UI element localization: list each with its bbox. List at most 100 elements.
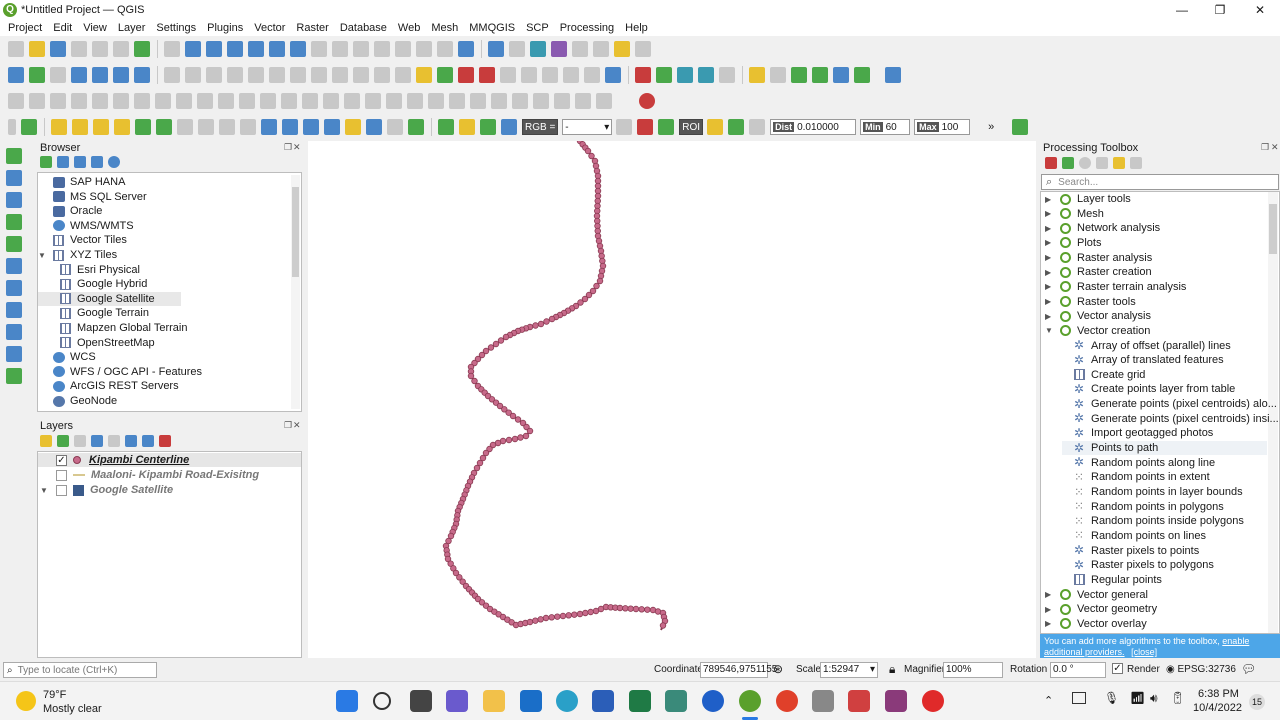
- expand-chevron-icon[interactable]: ▼: [40, 486, 56, 495]
- polygon-icon[interactable]: [635, 67, 651, 83]
- chevron-right-icon[interactable]: ▶: [1045, 605, 1060, 614]
- chevron-right-icon[interactable]: ▶: [1045, 590, 1060, 599]
- menu-edit[interactable]: Edit: [53, 22, 72, 34]
- zoom-next-icon[interactable]: [353, 41, 369, 57]
- rgb-select[interactable]: - ▾: [562, 119, 613, 135]
- toolbox-close-icon[interactable]: ✕: [1271, 142, 1279, 153]
- dist-field[interactable]: Dist 0.010000: [770, 119, 857, 135]
- add-virtual-icon[interactable]: [6, 368, 22, 384]
- close-button[interactable]: ✕: [1240, 0, 1280, 19]
- toolbox-algorithm[interactable]: ✲ Random points along line: [1062, 456, 1215, 470]
- toolbox-group[interactable]: ▶ Raster analysis: [1045, 251, 1152, 265]
- map-tips-icon[interactable]: [614, 41, 630, 57]
- scp-dock-icon[interactable]: [1012, 119, 1029, 135]
- volume-icon[interactable]: 🔊︎: [1150, 691, 1158, 706]
- refresh-browser-icon[interactable]: [57, 156, 69, 168]
- open-attribute-table-icon[interactable]: [509, 41, 525, 57]
- layers-float-icon[interactable]: ❐: [284, 420, 292, 431]
- toolbox-group[interactable]: ▶ Vector overlay: [1045, 617, 1147, 631]
- chevron-right-icon[interactable]: ▶: [1045, 619, 1060, 628]
- roi-tool-3-icon[interactable]: [749, 119, 766, 135]
- help-icon[interactable]: [885, 67, 901, 83]
- toolbox-algorithm[interactable]: ✲ Array of offset (parallel) lines: [1062, 339, 1231, 353]
- chevron-right-icon[interactable]: ▶: [1045, 312, 1060, 321]
- merge-icon[interactable]: [324, 119, 340, 135]
- toolbox-algorithm[interactable]: ✲ Array of translated features: [1062, 353, 1224, 367]
- toolbox-algorithm[interactable]: ⁙ Random points in extent: [1062, 470, 1210, 484]
- crs-button[interactable]: ◉ EPSG:32736: [1166, 664, 1236, 675]
- database-icon[interactable]: [605, 67, 621, 83]
- add-raster-icon[interactable]: [6, 170, 22, 186]
- label-props-icon[interactable]: [563, 67, 579, 83]
- menu-scp[interactable]: SCP: [526, 22, 549, 34]
- temporal-icon[interactable]: [437, 41, 453, 57]
- deselect-icon[interactable]: [93, 119, 109, 135]
- scale-combo[interactable]: 1:52947 ▾: [820, 662, 878, 678]
- refresh-icon[interactable]: [458, 41, 474, 57]
- render-checkbox[interactable]: ✓: [1112, 663, 1123, 674]
- notification-badge[interactable]: 15: [1249, 694, 1265, 710]
- plugin-5-icon[interactable]: [791, 67, 807, 83]
- new-mesh-icon[interactable]: [134, 67, 150, 83]
- browser-item[interactable]: Vector Tiles: [38, 233, 127, 247]
- label-rotate-icon[interactable]: [521, 67, 537, 83]
- menu-mesh[interactable]: Mesh: [431, 22, 458, 34]
- browser-item[interactable]: SAP HANA: [38, 175, 125, 189]
- clock-time[interactable]: 6:38 PM: [1198, 688, 1239, 700]
- label-diagram-icon[interactable]: [584, 67, 600, 83]
- new-project-icon[interactable]: [8, 41, 24, 57]
- zoom-native-icon[interactable]: [311, 41, 327, 57]
- browser-item[interactable]: WCS: [38, 350, 96, 364]
- layer-row-maaloni[interactable]: Maaloni- Kipambi Road-Exisitng: [40, 468, 259, 482]
- browser-item[interactable]: WMS/WMTS: [38, 219, 134, 233]
- app-icon-4[interactable]: [885, 690, 907, 712]
- layout-manager-icon[interactable]: [113, 41, 129, 57]
- plugin-3-icon[interactable]: [698, 67, 714, 83]
- attribute-table-icon[interactable]: [572, 41, 588, 57]
- show-bookmarks-icon[interactable]: [416, 41, 432, 57]
- clock-date[interactable]: 10/4/2022: [1193, 702, 1242, 714]
- statistics-sigma-icon[interactable]: [551, 41, 567, 57]
- new-spatialite-icon[interactable]: [71, 67, 87, 83]
- menu-web[interactable]: Web: [398, 22, 420, 34]
- app-icon-5[interactable]: [922, 690, 944, 712]
- add-vector-icon[interactable]: [6, 148, 22, 164]
- cloud-icon[interactable]: [135, 119, 151, 135]
- browser-item[interactable]: ArcGIS REST Servers: [38, 379, 179, 393]
- zoom-layer-icon[interactable]: [290, 41, 306, 57]
- chevron-right-icon[interactable]: ▶: [1045, 253, 1060, 262]
- label-show-icon[interactable]: [458, 67, 474, 83]
- toolbox-group[interactable]: ▶ Raster tools: [1045, 295, 1136, 309]
- task-view-icon[interactable]: [410, 690, 432, 712]
- weather-temp[interactable]: 79°F: [43, 689, 66, 701]
- toolbox-algorithm[interactable]: ✲ Raster pixels to points: [1062, 544, 1199, 558]
- toolbox-group[interactable]: ▶ Raster creation: [1045, 265, 1152, 279]
- style-manager-icon[interactable]: [134, 41, 150, 57]
- menu-help[interactable]: Help: [625, 22, 648, 34]
- add-mssql-icon[interactable]: [6, 280, 22, 296]
- roi-tool-2-icon[interactable]: [728, 119, 745, 135]
- plugin-2-icon[interactable]: [677, 67, 693, 83]
- add-spatialite-icon[interactable]: [6, 236, 22, 252]
- zoom-out-icon[interactable]: [227, 41, 243, 57]
- data-source-manager-icon[interactable]: [8, 67, 24, 83]
- toolbox-group[interactable]: ▶ Plots: [1045, 236, 1101, 250]
- label-abc-icon[interactable]: [416, 67, 432, 83]
- in-place-edit-icon[interactable]: [1113, 157, 1125, 169]
- toolbox-algorithm[interactable]: ⁙ Random points on lines: [1062, 529, 1206, 543]
- teams-chat-icon[interactable]: [446, 690, 468, 712]
- locator-input[interactable]: ⌕ Type to locate (Ctrl+K): [3, 662, 157, 678]
- plugin-6-icon[interactable]: [812, 67, 828, 83]
- layer-checkbox-checked[interactable]: ✓: [56, 454, 67, 466]
- toolbox-algorithm[interactable]: Create grid: [1062, 368, 1145, 382]
- filter-browser-icon[interactable]: [74, 156, 86, 168]
- excel-icon[interactable]: [629, 690, 651, 712]
- toolbox-group[interactable]: ▶ Vector general: [1045, 588, 1148, 602]
- toolbox-group[interactable]: ▼ Vector creation: [1045, 324, 1150, 338]
- weather-condition[interactable]: Mostly clear: [43, 703, 102, 715]
- add-mesh-icon[interactable]: [6, 192, 22, 208]
- label-move-icon[interactable]: [500, 67, 516, 83]
- toolbox-algorithm[interactable]: ✲ Points to path: [1062, 441, 1267, 456]
- chevron-down-icon[interactable]: ▼: [1045, 326, 1060, 335]
- rgb-tool-3-icon[interactable]: [658, 119, 675, 135]
